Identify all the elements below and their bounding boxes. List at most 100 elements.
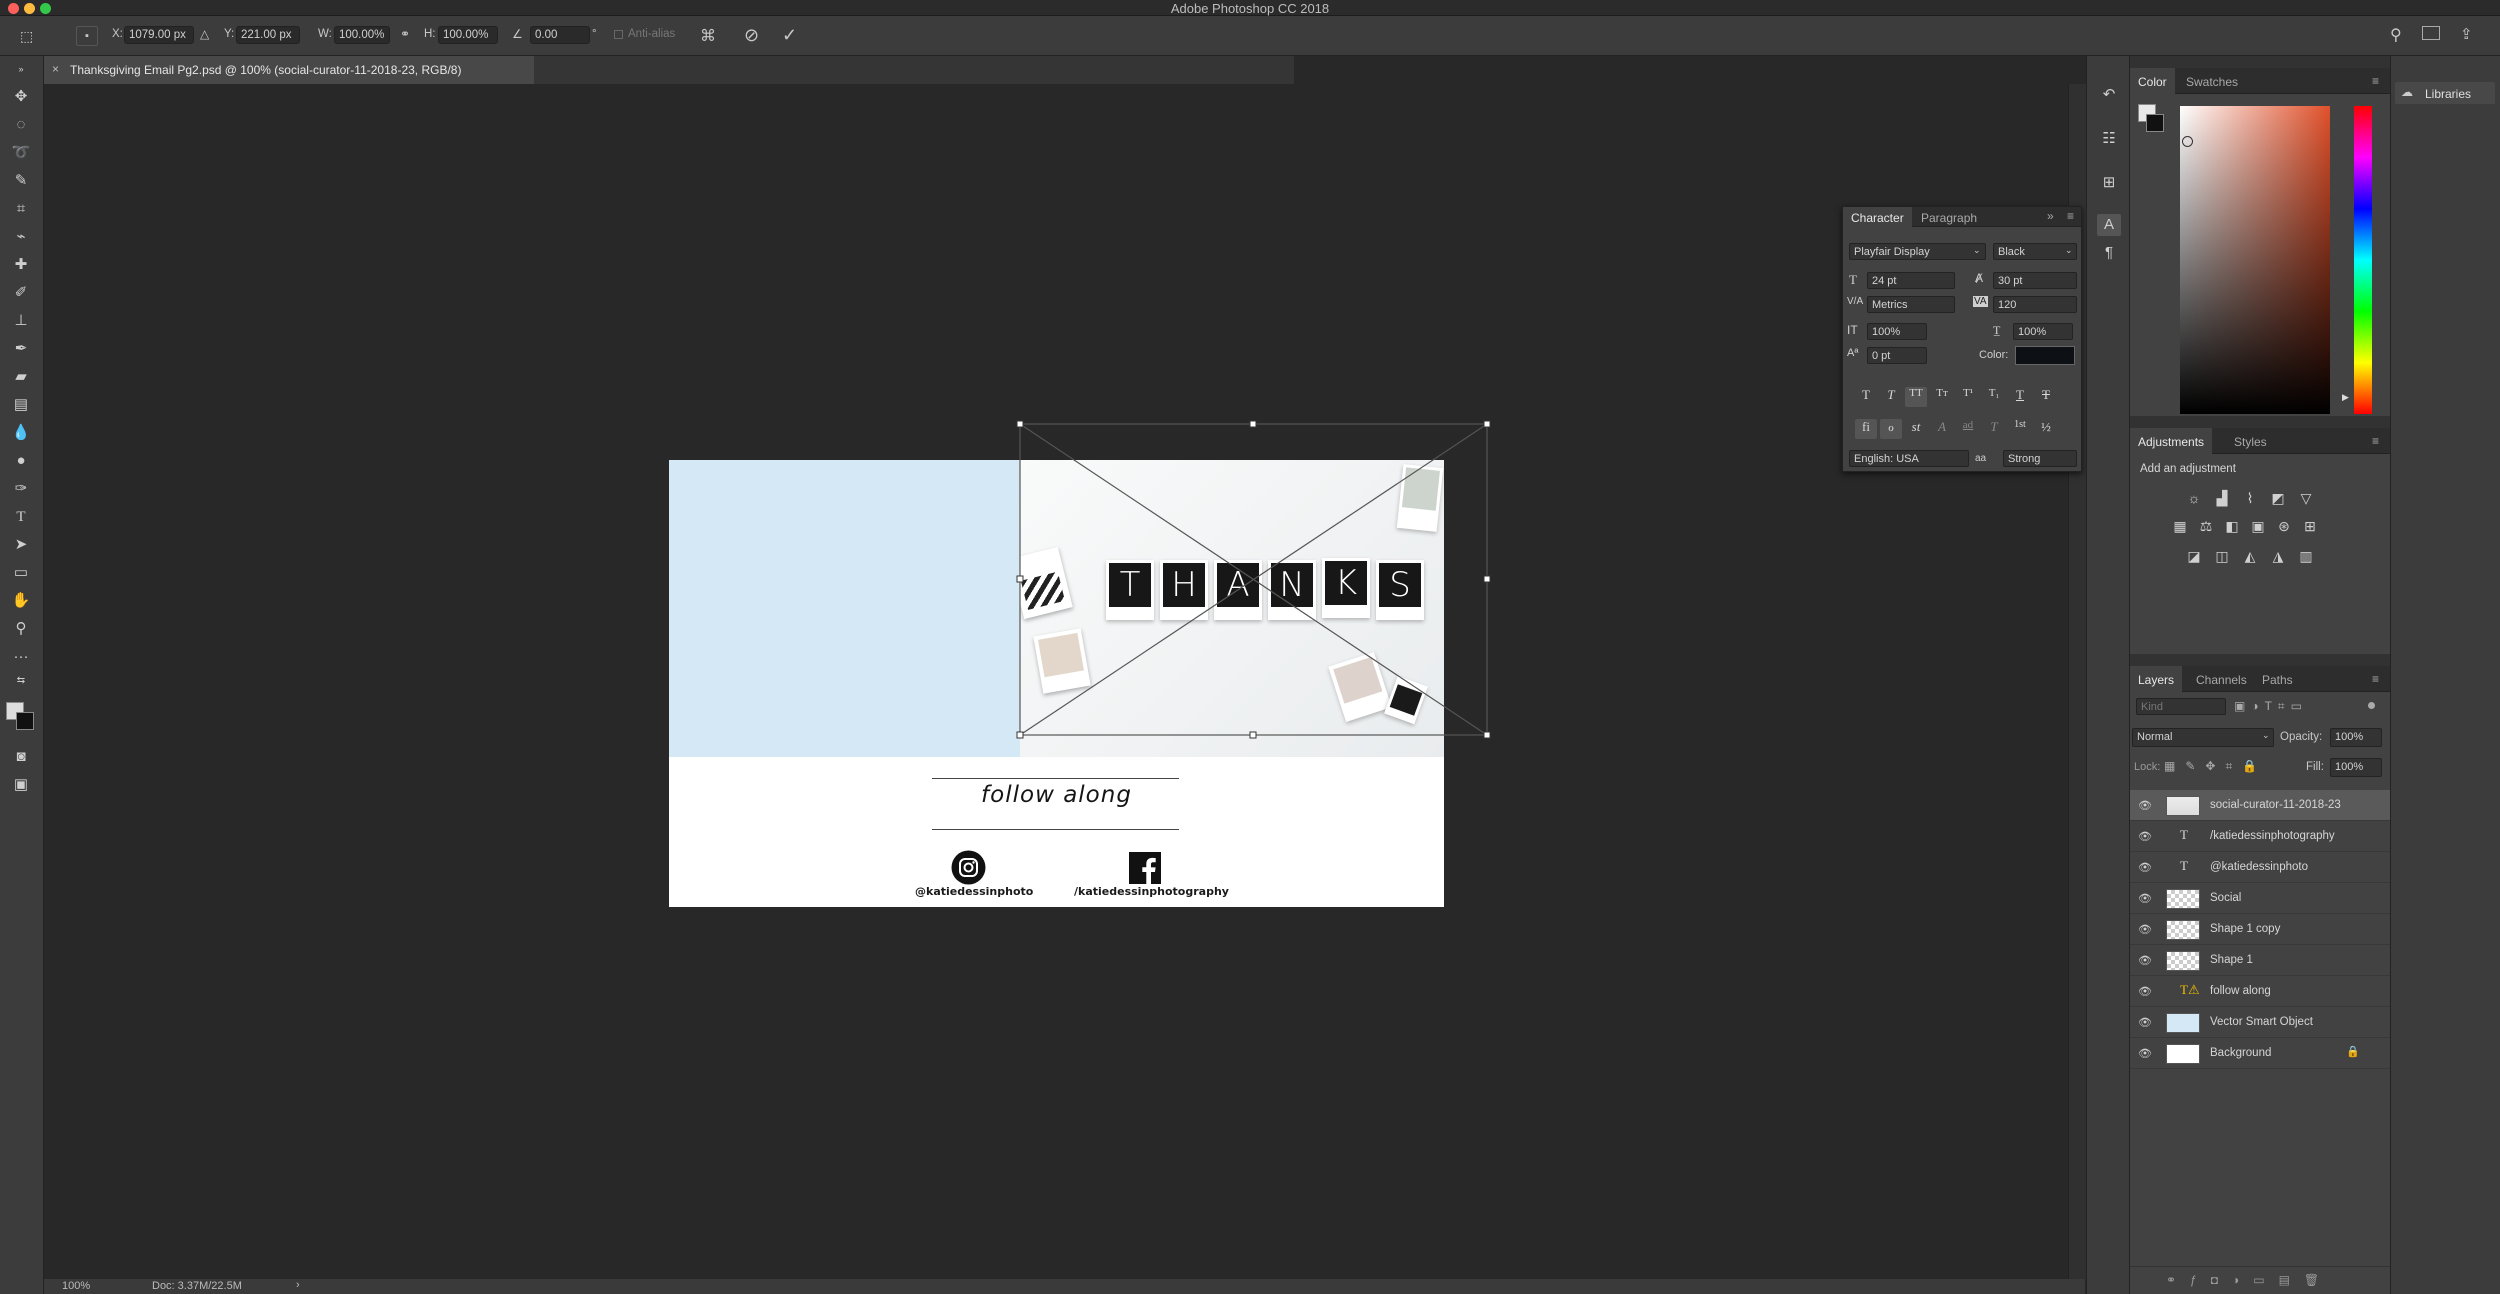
hue-saturation-icon[interactable]: ▦ [2170, 518, 2190, 534]
invert-icon[interactable]: ◪ [2184, 548, 2204, 564]
layer-row[interactable]: 👁 Background 🔒 [2130, 1038, 2390, 1069]
strikethrough-button[interactable]: T [2035, 387, 2057, 407]
screen-mode-icon[interactable]: ▣ [8, 774, 34, 796]
titling-alternates-button[interactable]: T [1983, 419, 2005, 439]
character-panel-icon[interactable]: A [2097, 214, 2121, 236]
lock-options-icons[interactable]: ▦✎✥⌗🔒 [2164, 759, 2267, 774]
tab-swatches[interactable]: Swatches [2178, 68, 2246, 94]
libraries-button[interactable]: ☁ Libraries [2395, 82, 2495, 104]
color-balance-icon[interactable]: ⚖ [2196, 518, 2216, 534]
visibility-eye-icon[interactable]: 👁 [2138, 954, 2152, 967]
background-color-swatch[interactable] [2146, 114, 2164, 132]
layer-filter-icons[interactable]: ▣◑T⌗▭ [2234, 699, 2308, 714]
layer-name[interactable]: Vector Smart Object [2210, 1016, 2313, 1028]
path-selection-tool-icon[interactable]: ➤ [8, 534, 34, 556]
warp-mode-icon[interactable]: ⌘ [700, 26, 716, 46]
tracking-select[interactable]: 120 [1993, 296, 2077, 313]
visibility-eye-icon[interactable]: 👁 [2138, 1047, 2152, 1060]
small-caps-button[interactable]: Tт [1931, 387, 1953, 407]
reference-point-icon[interactable]: ▪ [76, 26, 98, 46]
tab-adjustments[interactable]: Adjustments [2130, 428, 2213, 454]
layer-name[interactable]: follow along [2210, 985, 2271, 997]
subscript-button[interactable]: T₁ [1983, 387, 2005, 407]
levels-icon[interactable]: ▟ [2212, 490, 2232, 506]
eraser-tool-icon[interactable]: ▰ [8, 366, 34, 388]
gradient-map-icon[interactable]: ▥ [2296, 548, 2316, 564]
contextual-alternates-button[interactable]: ℴ [1880, 419, 1902, 439]
zoom-level[interactable]: 100% [62, 1280, 90, 1292]
color-picker-field[interactable] [2180, 106, 2330, 414]
posterize-icon[interactable]: ◫ [2212, 548, 2232, 564]
type-tool-icon[interactable]: T [8, 506, 34, 528]
layer-name[interactable]: social-curator-11-2018-23 [2210, 799, 2341, 811]
language-select[interactable]: English: USA [1849, 450, 1969, 467]
background-color-swatch[interactable] [16, 712, 34, 730]
visibility-eye-icon[interactable]: 👁 [2138, 892, 2152, 905]
vertical-scale-input[interactable]: 100% [1867, 323, 1927, 340]
baseline-shift-input[interactable]: 0 pt [1867, 347, 1927, 364]
tab-layers[interactable]: Layers [2130, 666, 2183, 692]
visibility-eye-icon[interactable]: 👁 [2138, 830, 2152, 843]
visibility-eye-icon[interactable]: 👁 [2138, 861, 2152, 874]
layer-row[interactable]: 👁 Shape 1 copy [2130, 914, 2390, 945]
selective-color-icon[interactable]: ◮ [2268, 548, 2288, 564]
history-icon[interactable]: ↶ [2097, 84, 2121, 106]
default-colors-icon[interactable]: ⇆ [8, 670, 34, 692]
collapse-panel-icon[interactable]: » [2047, 209, 2054, 223]
color-lookup-icon[interactable]: ⊞ [2300, 518, 2320, 534]
paragraph-panel-icon[interactable]: ¶ [2097, 242, 2121, 264]
ordinals-button[interactable]: 1st [2009, 419, 2031, 439]
color-picker-cursor[interactable] [2182, 136, 2193, 147]
panel-menu-icon[interactable]: ≡ [2067, 209, 2074, 223]
height-input[interactable]: 100.00% [438, 26, 498, 44]
layer-name[interactable]: Background [2210, 1047, 2271, 1059]
tab-paths[interactable]: Paths [2254, 666, 2301, 692]
visibility-eye-icon[interactable]: 👁 [2138, 799, 2152, 812]
eyedropper-tool-icon[interactable]: ⌁ [8, 226, 34, 248]
tab-styles[interactable]: Styles [2226, 428, 2275, 454]
layer-name[interactable]: /katiedessinphotography [2210, 830, 2335, 842]
layer-row[interactable]: 👁 Vector Smart Object [2130, 1007, 2390, 1038]
share-icon[interactable]: ⇪ [2460, 25, 2473, 43]
tab-color[interactable]: Color [2130, 68, 2175, 94]
crop-tool-icon[interactable]: ⌗ [8, 198, 34, 220]
delta-icon[interactable]: △ [200, 27, 209, 41]
hue-slider-arrow-icon[interactable]: ▶ [2342, 392, 2349, 403]
stylistic-alternates-button[interactable]: ad [1957, 419, 1979, 439]
brush-tool-icon[interactable]: ✐ [8, 282, 34, 304]
visibility-eye-icon[interactable]: 👁 [2138, 923, 2152, 936]
gradient-tool-icon[interactable]: ▤ [8, 394, 34, 416]
layer-name[interactable]: @katiedessinphoto [2210, 861, 2308, 873]
layer-row[interactable]: 👁 T⚠ follow along [2130, 976, 2390, 1007]
exposure-icon[interactable]: ◩ [2268, 490, 2288, 506]
channel-mixer-icon[interactable]: ⊛ [2274, 518, 2294, 534]
fractions-button[interactable]: ½ [2035, 419, 2057, 439]
status-menu-arrow-icon[interactable]: › [296, 1279, 300, 1291]
info-icon[interactable]: ⊞ [2097, 172, 2121, 194]
document-size-info[interactable]: Doc: 3.37M/22.5M [152, 1280, 242, 1292]
properties-icon[interactable]: ☷ [2097, 128, 2121, 150]
layer-name[interactable]: Social [2210, 892, 2241, 904]
panel-menu-icon[interactable]: ≡ [2372, 672, 2384, 686]
commit-transform-icon[interactable]: ✓ [782, 25, 797, 46]
dodge-tool-icon[interactable]: ● [8, 450, 34, 472]
document-tab[interactable]: × Thanksgiving Email Pg2.psd @ 100% (soc… [44, 56, 534, 84]
horizontal-scale-input[interactable]: 100% [2013, 323, 2073, 340]
tab-character[interactable]: Character [1843, 207, 1912, 227]
filter-toggle-icon[interactable] [2368, 702, 2375, 709]
layer-name[interactable]: Shape 1 copy [2210, 923, 2280, 935]
font-size-input[interactable]: 24 pt [1867, 272, 1955, 289]
layer-actions-icons[interactable]: ⚭ƒ◘◑▭▤🗑 [2166, 1273, 2333, 1287]
move-tool-icon[interactable]: ✥ [8, 86, 34, 108]
visibility-eye-icon[interactable]: 👁 [2138, 1016, 2152, 1029]
black-white-icon[interactable]: ◧ [2222, 518, 2242, 534]
font-family-select[interactable]: Playfair Display [1849, 243, 1986, 260]
antialias-select[interactable]: Strong [2003, 450, 2077, 467]
y-position-input[interactable]: 221.00 px [236, 26, 300, 44]
layer-filter-select[interactable]: Kind [2136, 698, 2226, 715]
faux-bold-button[interactable]: T [1855, 387, 1877, 407]
history-brush-tool-icon[interactable]: ✒ [8, 338, 34, 360]
lasso-tool-icon[interactable]: ➰ [8, 142, 34, 164]
opacity-input[interactable]: 100% [2330, 728, 2382, 747]
layer-row[interactable]: 👁 Shape 1 [2130, 945, 2390, 976]
